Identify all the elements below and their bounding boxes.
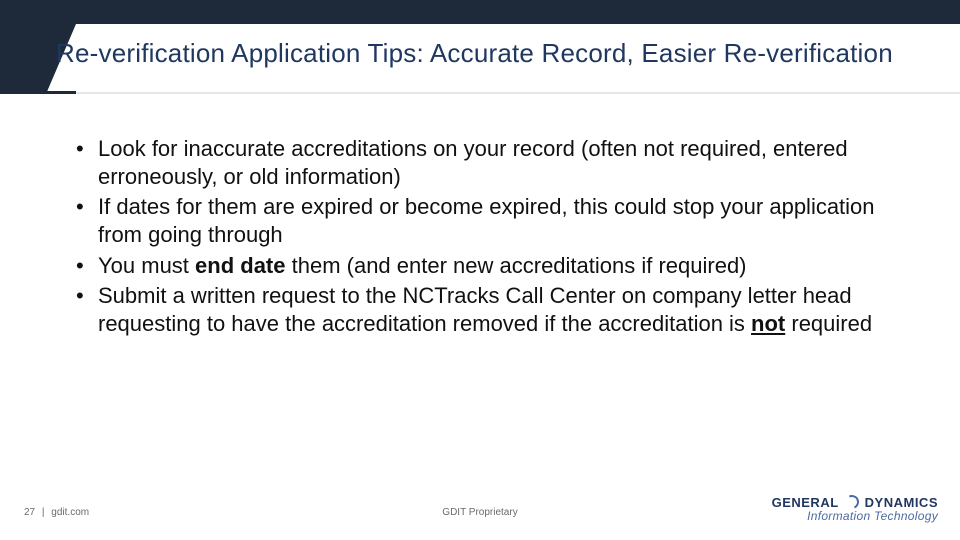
page-number: 27 bbox=[24, 507, 35, 518]
logo-word-dynamics: DYNAMICS bbox=[865, 496, 938, 509]
header-underline bbox=[0, 92, 960, 94]
content-area: Look for inaccurate accreditations on yo… bbox=[70, 135, 900, 340]
bullet-text: You must bbox=[98, 253, 195, 278]
header: Re-verification Application Tips: Accura… bbox=[0, 24, 960, 94]
slide-title: Re-verification Application Tips: Accura… bbox=[56, 38, 940, 69]
bullet-text: If dates for them are expired or become … bbox=[98, 194, 875, 247]
page-number-block: 27 | gdit.com bbox=[24, 507, 89, 518]
separator: | bbox=[38, 507, 49, 518]
bullet-text: Look for inaccurate accreditations on yo… bbox=[98, 136, 848, 189]
slide: Re-verification Application Tips: Accura… bbox=[0, 0, 960, 540]
bullet-item: If dates for them are expired or become … bbox=[70, 193, 900, 249]
bullet-text: Submit a written request to the NCTracks… bbox=[98, 283, 852, 336]
company-logo: GENERAL DYNAMICS Information Technology bbox=[772, 495, 938, 522]
bullet-bold-underline: not bbox=[751, 311, 785, 336]
header-accent bbox=[0, 24, 46, 94]
proprietary-label: GDIT Proprietary bbox=[442, 507, 517, 518]
bullet-item: Look for inaccurate accreditations on yo… bbox=[70, 135, 900, 191]
bullet-list: Look for inaccurate accreditations on yo… bbox=[70, 135, 900, 338]
site-url: gdit.com bbox=[51, 507, 89, 518]
bullet-item: You must end date them (and enter new ac… bbox=[70, 252, 900, 280]
top-bar bbox=[0, 0, 960, 24]
logo-bottom-line: Information Technology bbox=[772, 510, 938, 522]
logo-top-line: GENERAL DYNAMICS bbox=[772, 495, 938, 509]
bullet-text: them (and enter new accreditations if re… bbox=[286, 253, 747, 278]
logo-word-general: GENERAL bbox=[772, 496, 839, 509]
footer: 27 | gdit.com GDIT Proprietary GENERAL D… bbox=[0, 492, 960, 522]
bullet-bold: end date bbox=[195, 253, 285, 278]
bullet-text: required bbox=[785, 311, 872, 336]
bullet-item: Submit a written request to the NCTracks… bbox=[70, 282, 900, 338]
